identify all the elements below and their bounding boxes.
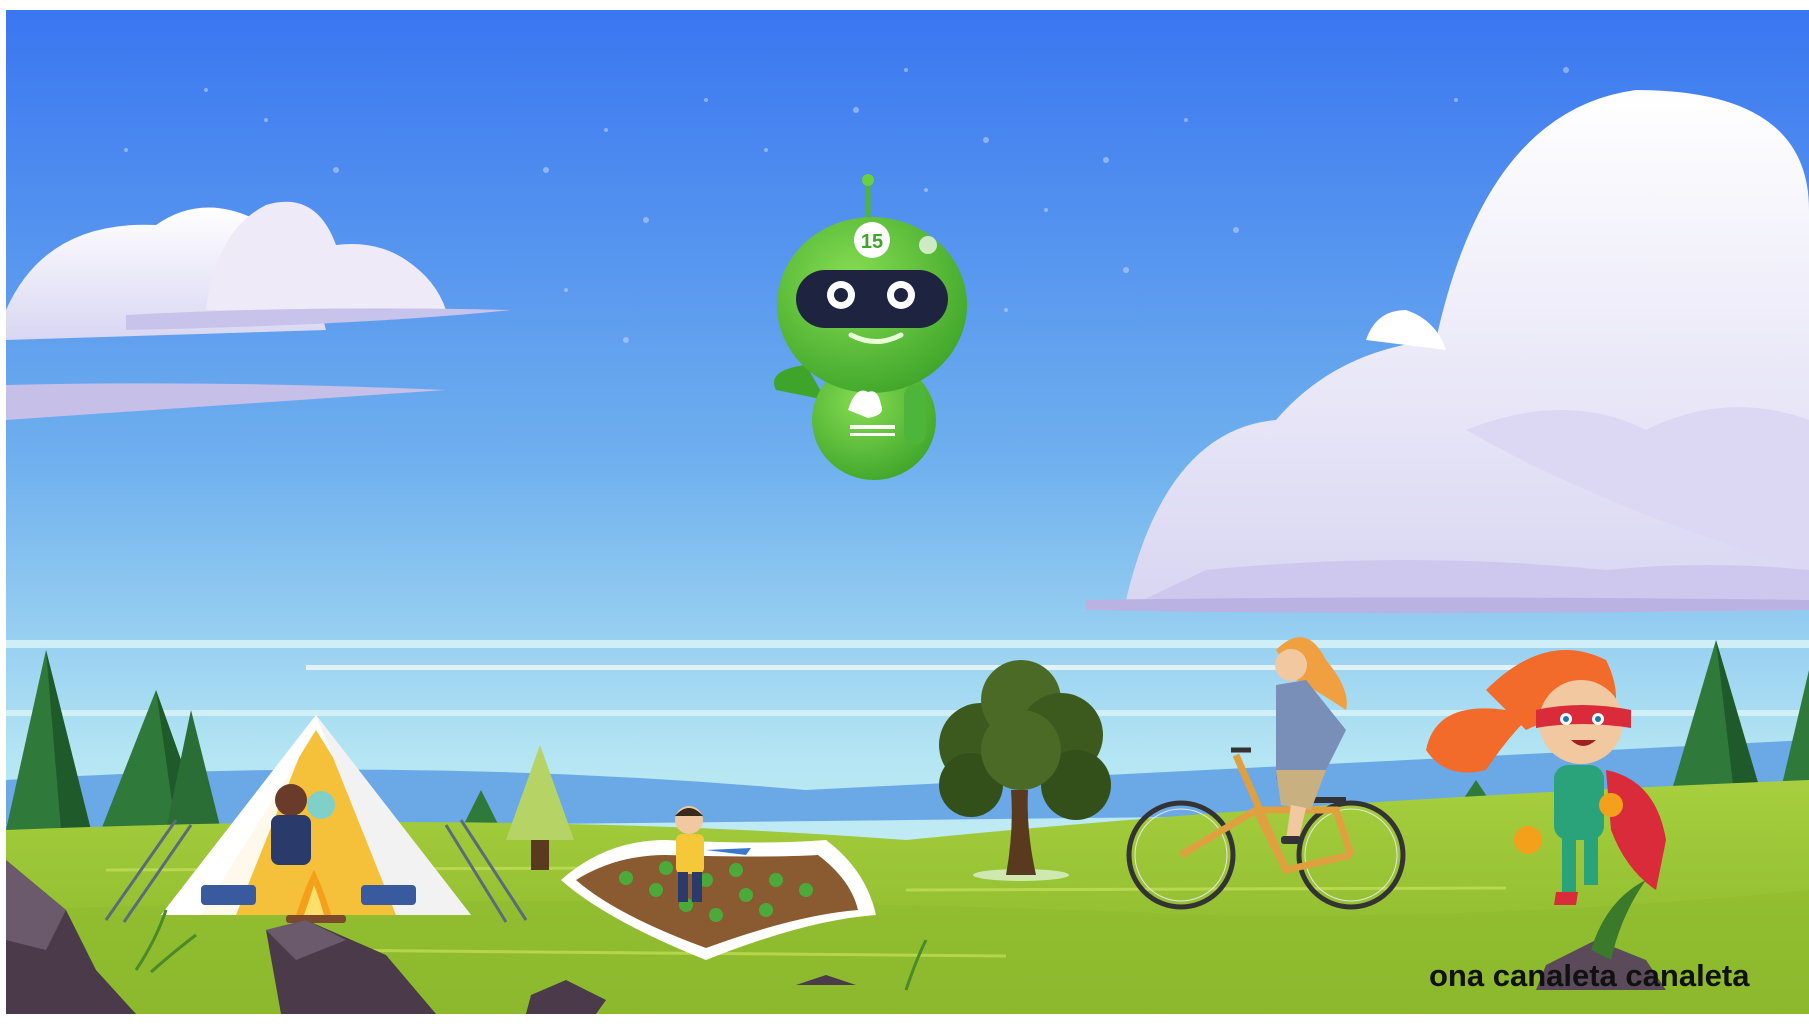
- caption-text: ona canaleta canaleta: [1429, 958, 1750, 993]
- illustration-scene: 15 ona canaleta canaleta: [6, 10, 1809, 1014]
- robot-badge: 15: [861, 231, 883, 253]
